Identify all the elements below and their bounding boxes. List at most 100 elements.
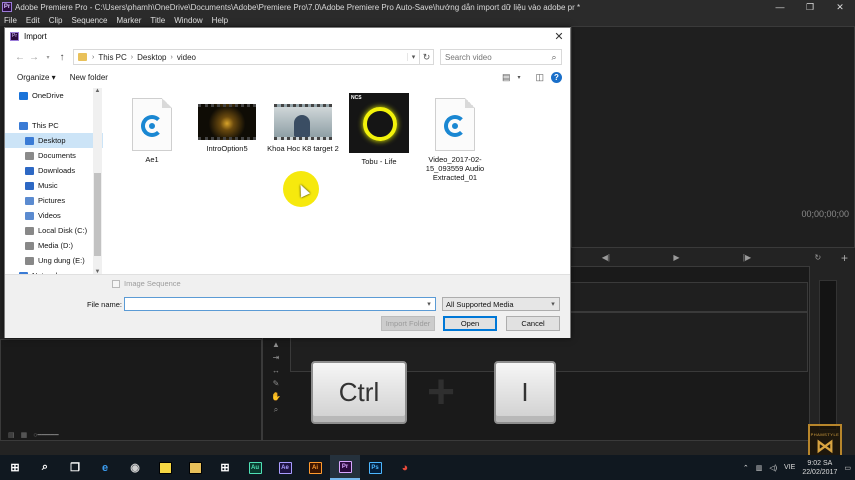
breadcrumb-video[interactable]: video	[177, 53, 196, 62]
breadcrumb-this-pc[interactable]: This PC	[98, 53, 126, 62]
menu-item-title[interactable]: Title	[150, 16, 165, 25]
up-icon[interactable]: ↑	[55, 52, 69, 63]
nav-item-desktop[interactable]: Desktop	[5, 133, 103, 148]
nav-item-documents[interactable]: Documents	[5, 148, 103, 163]
file-item[interactable]: Video_2017-02-15_093559 Audio Extracted_…	[417, 98, 493, 182]
language-indicator[interactable]: VIE	[784, 464, 795, 471]
nav-item-label: Media (D:)	[38, 241, 74, 250]
restore-icon[interactable]: ❐	[795, 0, 825, 14]
forward-icon[interactable]: →	[27, 52, 41, 63]
hand-icon[interactable]: ✋	[271, 392, 281, 401]
image-sequence-option[interactable]: Image Sequence	[112, 279, 181, 288]
razor-icon[interactable]: ✎	[273, 379, 280, 388]
taskbar-illustrator-icon[interactable]: Ai	[300, 455, 330, 480]
menubar: File Edit Clip Sequence Marker Title Window Hel…	[0, 14, 855, 26]
nav-item-music[interactable]: Music	[5, 178, 103, 193]
menu-item-edit[interactable]: Edit	[26, 16, 40, 25]
loop-icon[interactable]: ↻	[815, 253, 822, 262]
close-icon[interactable]: ✕	[548, 30, 570, 43]
ripple-edit-icon[interactable]: ↔	[272, 366, 280, 375]
taskbar-after-effects-icon[interactable]: Ae	[270, 455, 300, 480]
minimize-icon[interactable]: —	[765, 0, 795, 14]
list-view-icon[interactable]: ▤	[8, 431, 15, 439]
taskbar-task-view-icon[interactable]: ❐	[60, 455, 90, 480]
menu-item-window[interactable]: Window	[174, 16, 202, 25]
step-forward-icon[interactable]: |▶	[743, 253, 751, 262]
nav-location-icon	[25, 256, 34, 265]
back-icon[interactable]: ←	[13, 52, 27, 63]
nav-item-downloads[interactable]: Downloads	[5, 163, 103, 178]
nav-item-this-pc[interactable]: This PC	[5, 118, 103, 133]
menu-item-clip[interactable]: Clip	[49, 16, 63, 25]
step-back-icon[interactable]: ◀|	[602, 253, 610, 262]
file-item[interactable]: IntroOption5	[189, 98, 265, 153]
new-folder-button[interactable]: New folder	[70, 73, 108, 82]
selection-tool-icon[interactable]: ▲	[272, 340, 280, 349]
nav-scrollbar[interactable]: ▲ ▼	[93, 88, 102, 275]
play-icon[interactable]: ▶	[673, 253, 679, 262]
nav-item-media-d[interactable]: Media (D:)	[5, 238, 103, 253]
recent-dropdown-icon[interactable]: ▾	[41, 54, 55, 61]
icon-view-icon[interactable]: ▦	[21, 431, 28, 439]
taskbar-edge-icon[interactable]: e	[90, 455, 120, 480]
taskbar-chrome-icon[interactable]: ◕	[390, 455, 420, 480]
track-select-icon[interactable]: ⇥	[273, 353, 280, 362]
menu-item-file[interactable]: File	[4, 16, 17, 25]
nav-item-ung-dung-e[interactable]: Ung dung (E:)	[5, 253, 103, 268]
nav-item-label: Documents	[38, 151, 76, 160]
menu-item-marker[interactable]: Marker	[117, 16, 142, 25]
file-type-value: All Supported Media	[446, 299, 514, 309]
taskbar: ⊞ ⌕ ❐ e ◉ ⊞ Au Ae Ai Pr Ps ◕ ⌃ ▥ ◁) VIE 9:02 SA 22/…	[0, 455, 855, 480]
chevron-right-icon: ›	[130, 53, 134, 61]
file-item[interactable]: NCS Tobu - Life	[341, 93, 417, 166]
organize-button[interactable]: Organize ▾	[17, 73, 56, 82]
taskbar-start-icon[interactable]: ⊞	[0, 455, 30, 480]
taskbar-photoshop-tool-icon[interactable]: ◉	[120, 455, 150, 480]
taskbar-audition-icon[interactable]: Au	[240, 455, 270, 480]
zoom-slider-icon[interactable]: ○━━━━━	[33, 431, 58, 439]
breadcrumb-desktop[interactable]: Desktop	[137, 53, 166, 62]
audition-glyph: Au	[248, 461, 262, 474]
taskbar-store-icon[interactable]: ⊞	[210, 455, 240, 480]
taskbar-file-explorer-icon[interactable]	[180, 455, 210, 480]
nav-item-onedrive[interactable]: OneDrive	[5, 88, 103, 103]
image-sequence-checkbox[interactable]	[112, 279, 120, 288]
nav-item-local-disk-c[interactable]: Local Disk (C:)	[5, 223, 103, 238]
chevron-down-icon[interactable]: ▾	[423, 300, 435, 308]
scroll-up-icon[interactable]: ▲	[93, 88, 102, 94]
network-icon[interactable]: ▥	[756, 464, 763, 472]
nav-item-label: Downloads	[38, 166, 76, 175]
open-button[interactable]: Open	[443, 316, 497, 331]
taskbar-photoshop-icon[interactable]: Ps	[360, 455, 390, 480]
refresh-icon[interactable]: ↻	[420, 49, 434, 65]
address-bar[interactable]: › This PC › Desktop › video ▾	[73, 49, 420, 65]
file-item[interactable]: Ae1	[114, 98, 190, 164]
taskbar-search-icon[interactable]: ⌕	[30, 455, 60, 480]
preview-pane-icon[interactable]: ◫	[535, 72, 544, 83]
chevron-down-icon[interactable]: ▾	[407, 53, 419, 61]
chevron-up-icon[interactable]: ⌃	[743, 464, 749, 472]
cancel-button[interactable]: Cancel	[506, 316, 560, 331]
nav-item-pictures[interactable]: Pictures	[5, 193, 103, 208]
taskbar-sticky-notes-icon[interactable]	[150, 455, 180, 480]
search-icon[interactable]: ⌕	[547, 52, 561, 63]
nav-item-videos[interactable]: Videos	[5, 208, 103, 223]
zoom-icon[interactable]: ⌕	[274, 405, 278, 415]
close-icon[interactable]: ✕	[825, 0, 855, 14]
volume-icon[interactable]: ◁)	[769, 464, 777, 472]
search-input[interactable]	[445, 52, 547, 62]
chevron-down-icon[interactable]: ▾	[517, 74, 520, 81]
clock[interactable]: 9:02 SA 22/02/2017	[802, 459, 837, 477]
notifications-icon[interactable]: ▭	[844, 464, 851, 472]
file-name-input[interactable]	[125, 299, 423, 309]
file-item[interactable]: Khoa Hoc K8 target 2	[265, 98, 341, 153]
menu-item-sequence[interactable]: Sequence	[71, 16, 107, 25]
import-folder-button[interactable]: Import Folder	[381, 316, 435, 331]
add-button-icon[interactable]: +	[841, 251, 848, 265]
scroll-thumb[interactable]	[94, 173, 101, 256]
file-type-select[interactable]: All Supported Media ▾	[442, 297, 560, 311]
menu-item-help[interactable]: Help	[212, 16, 228, 25]
change-view-icon[interactable]: ▤	[502, 72, 511, 83]
help-icon[interactable]: ?	[551, 72, 562, 83]
taskbar-premiere-icon[interactable]: Pr	[330, 455, 360, 480]
